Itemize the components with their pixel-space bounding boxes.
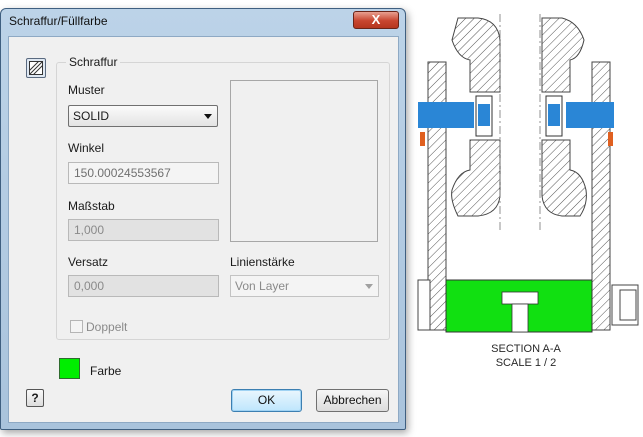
angle-label: Winkel (68, 141, 105, 155)
chevron-down-icon (365, 284, 373, 289)
dialog-title: Schraffur/Füllfarbe (9, 14, 108, 28)
section-scale: SCALE 1 / 2 (495, 357, 557, 369)
dialog-body: Schraffur Muster SOLID Winkel 150.000245… (8, 36, 399, 423)
right-wheel-section (541, 17, 585, 93)
hatch-fill-dialog: Schraffur/Füllfarbe X Schraffur Muster S… (0, 8, 406, 430)
help-button[interactable]: ? (26, 389, 44, 407)
dialog-titlebar[interactable]: Schraffur/Füllfarbe X (1, 9, 405, 33)
cancel-button[interactable]: Abbrechen (316, 389, 389, 412)
left-wheel-section-lower (451, 139, 501, 217)
left-shaft (418, 102, 474, 128)
left-wheel-section (451, 17, 501, 93)
lineweight-select-value: Von Layer (235, 279, 290, 293)
angle-field[interactable]: 150.00024553567 (68, 162, 219, 184)
lineweight-label: Linienstärke (230, 255, 295, 269)
help-icon: ? (31, 391, 39, 405)
pattern-select[interactable]: SOLID (68, 105, 218, 127)
section-title: SECTION A-A (491, 343, 561, 355)
close-icon: X (371, 12, 381, 27)
hatch-preview (230, 80, 378, 242)
section-caption: SECTION A-A SCALE 1 / 2 (456, 342, 596, 370)
scale-field[interactable]: 1,000 (68, 219, 219, 241)
lineweight-select[interactable]: Von Layer (230, 275, 379, 297)
hatch-toggle-button[interactable] (26, 58, 46, 78)
color-swatch[interactable] (59, 358, 80, 379)
right-wheel-section-lower (541, 139, 587, 217)
hatch-icon (29, 61, 43, 75)
chevron-down-icon (204, 114, 212, 119)
hatch-group-label: Schraffur (66, 55, 121, 69)
right-shaft (566, 102, 614, 128)
pattern-select-value: SOLID (73, 109, 110, 123)
ok-button[interactable]: OK (231, 389, 302, 412)
double-checkbox[interactable] (70, 320, 83, 333)
close-button[interactable]: X (353, 11, 399, 29)
scale-label: Maßstab (68, 199, 115, 213)
pattern-label: Muster (68, 83, 105, 97)
double-label: Doppelt (86, 320, 128, 334)
color-label: Farbe (90, 364, 122, 378)
offset-field[interactable]: 0,000 (68, 275, 219, 297)
offset-label: Versatz (68, 255, 109, 269)
